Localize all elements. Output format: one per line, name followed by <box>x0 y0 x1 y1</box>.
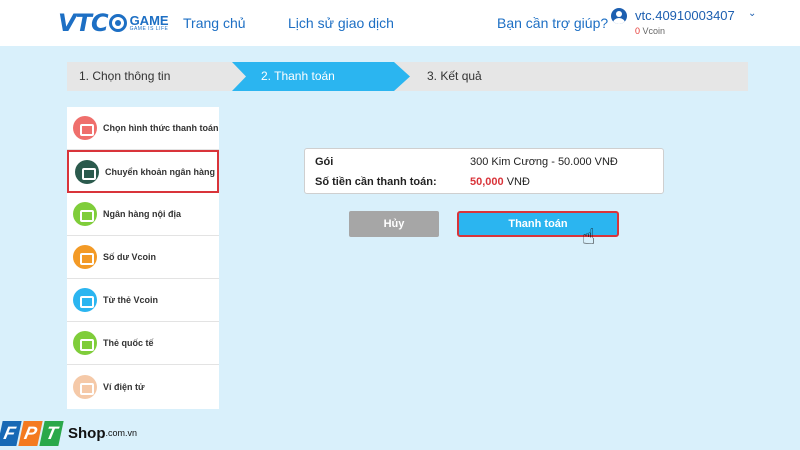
vtc-game-logo[interactable]: VTC GAME GAME IS LIFE <box>58 8 169 38</box>
package-value: 300 Kim Cương - 50.000 VNĐ <box>470 156 618 168</box>
fpt-domain-text: .com.vn <box>105 428 138 438</box>
sidebar-item-bank-transfer[interactable]: Chuyển khoản ngân hàng <box>67 150 219 193</box>
payment-method-sidebar: Chọn hình thức thanh toán Chuyển khoản n… <box>67 107 219 409</box>
sidebar-item-domestic-bank[interactable]: Ngân hàng nội địa <box>67 193 219 236</box>
package-label: Gói <box>315 156 334 168</box>
checkout-steps: 1. Chọn thông tin 2. Thanh toán 3. Kết q… <box>67 62 748 91</box>
wallet-icon <box>73 116 97 140</box>
e-wallet-icon <box>73 374 97 399</box>
sidebar-item-international-card[interactable]: Thẻ quốc tế <box>67 322 219 365</box>
logo-vtc-text: VTC <box>58 9 109 37</box>
step-payment: 2. Thanh toán <box>261 69 335 83</box>
top-header: VTC GAME GAME IS LIFE Trang chủ Lịch sử … <box>0 0 800 46</box>
logo-tagline: GAME IS LIFE <box>129 26 169 32</box>
sidebar-item-label: Ví điện tử <box>103 381 145 392</box>
bank-icon <box>75 159 99 184</box>
fpt-shop-text: Shop <box>68 425 106 442</box>
credit-card-icon <box>73 331 97 355</box>
sidebar-item-vcoin-balance[interactable]: Số dư Vcoin <box>67 236 219 279</box>
sidebar-item-label: Thẻ quốc tế <box>103 338 154 348</box>
sidebar-item-choose-method[interactable]: Chọn hình thức thanh toán <box>67 107 219 150</box>
vcoin-balance: 0 Vcoin <box>635 26 665 36</box>
username-label[interactable]: vtc.40910003407 <box>635 8 735 23</box>
step-result: 3. Kết quả <box>427 69 482 83</box>
chevron-down-icon[interactable]: ⌄ <box>748 8 756 19</box>
sidebar-item-label: Số dư Vcoin <box>103 252 157 262</box>
ticket-icon <box>73 288 97 312</box>
sidebar-item-e-wallet[interactable]: Ví điện tử <box>67 365 219 408</box>
fpt-shop-watermark: F P T Shop .com.vn <box>0 416 137 446</box>
amount-value-group: 50,000 VNĐ <box>470 176 530 188</box>
sidebar-item-label: Chuyển khoản ngân hàng <box>105 166 216 177</box>
sidebar-item-label: Chọn hình thức thanh toán <box>103 123 219 133</box>
pointer-hand-icon: ☝ <box>582 224 596 249</box>
user-avatar-icon[interactable] <box>611 8 627 24</box>
logo-game-block: GAME GAME IS LIFE <box>130 14 169 32</box>
sidebar-item-label: Ngân hàng nội địa <box>103 209 181 219</box>
amount-unit: VNĐ <box>506 176 530 188</box>
order-summary-box: Gói 300 Kim Cương - 50.000 VNĐ Số tiền c… <box>304 148 664 194</box>
step-choose-info: 1. Chọn thông tin <box>79 69 171 83</box>
fpt-t-letter: T <box>39 421 64 446</box>
cancel-button[interactable]: Hủy <box>349 211 439 237</box>
sidebar-item-vcoin-card[interactable]: Từ thẻ Vcoin <box>67 279 219 322</box>
logo-ring-icon <box>108 14 127 32</box>
amount-value: 50,000 <box>470 176 504 188</box>
nav-help-link[interactable]: Bạn cần trợ giúp? <box>497 15 608 31</box>
vcoin-amount: 0 <box>635 26 641 36</box>
nav-history-link[interactable]: Lịch sử giao dịch <box>288 15 394 31</box>
amount-label: Số tiền cần thanh toán: <box>315 176 437 188</box>
nav-home-link[interactable]: Trang chủ <box>183 15 246 31</box>
vcoin-unit: Vcoin <box>642 26 666 36</box>
card-icon <box>73 202 97 226</box>
coin-hand-icon <box>73 245 97 269</box>
sidebar-item-label: Từ thẻ Vcoin <box>103 295 159 305</box>
